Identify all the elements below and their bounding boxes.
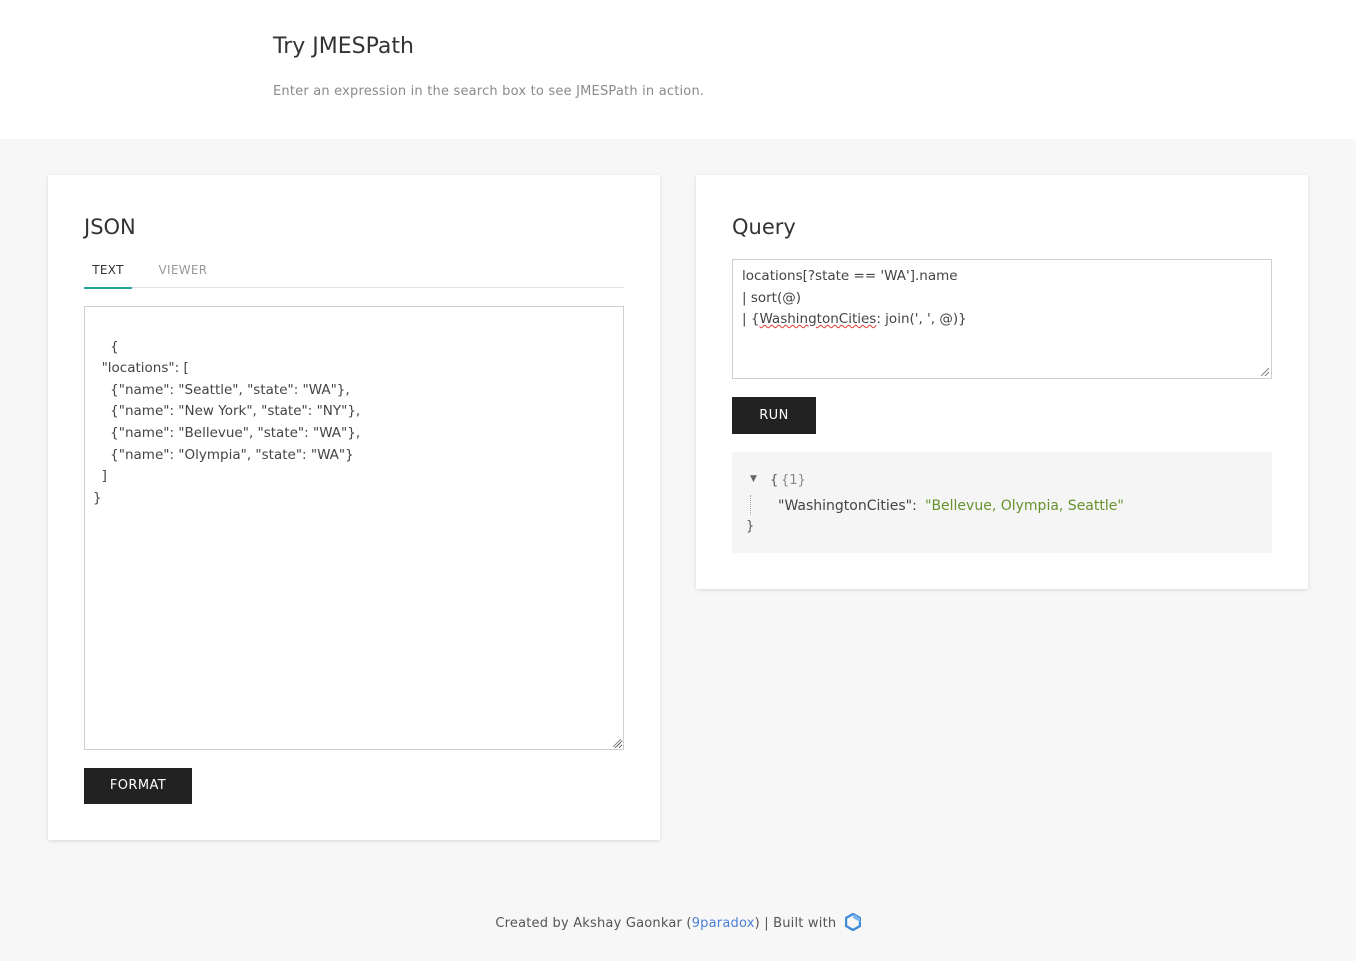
query-line-3b: : join(', ', @)}	[876, 311, 967, 328]
result-key: "WashingtonCities":	[778, 498, 917, 514]
result-count: {1}	[781, 473, 806, 488]
json-card-title: JSON	[84, 215, 136, 239]
json-card: JSON TEXT VIEWER { "locations": [ {"name…	[48, 175, 660, 840]
author-link[interactable]: 9paradox	[692, 916, 755, 931]
footer-suffix: ) | Built with	[754, 916, 837, 931]
page-header: Try JMESPath Enter an expression in the …	[0, 0, 1356, 139]
page-title: Try JMESPath	[273, 34, 414, 59]
query-line-3a: | {	[742, 311, 760, 328]
tab-text[interactable]: TEXT	[84, 263, 132, 289]
query-card: Query locations[?state == 'WA'].name | s…	[696, 175, 1308, 589]
json-input[interactable]: { "locations": [ {"name": "Seattle", "st…	[84, 306, 624, 750]
footer: Created by Akshay Gaonkar (9paradox) | B…	[0, 913, 1356, 931]
result-value: "Bellevue, Olympia, Seattle"	[925, 498, 1124, 514]
indent-guide	[750, 495, 751, 515]
tab-viewer[interactable]: VIEWER	[158, 263, 208, 289]
run-button[interactable]: RUN	[732, 397, 816, 434]
collapse-caret-icon[interactable]: ▼	[750, 474, 757, 484]
footer-prefix: Created by Akshay Gaonkar (	[495, 916, 692, 931]
page-subtitle: Enter an expression in the search box to…	[273, 84, 705, 99]
query-line-3-key: WashingtonCities	[759, 311, 877, 328]
result-close-brace: }	[746, 519, 755, 534]
format-button[interactable]: FORMAT	[84, 768, 192, 804]
query-card-title: Query	[732, 215, 796, 239]
resize-handle-icon[interactable]	[613, 739, 621, 747]
result-open-brace: {	[770, 473, 779, 488]
query-input[interactable]: locations[?state == 'WA'].name | sort(@)…	[732, 259, 1272, 379]
resize-handle-icon[interactable]	[1261, 368, 1269, 376]
query-line-1: locations[?state == 'WA'].name	[742, 268, 958, 284]
json-tabs: TEXT VIEWER	[84, 261, 624, 289]
query-line-2: | sort(@)	[742, 289, 802, 306]
hexagon-logo-icon[interactable]	[844, 913, 861, 931]
result-viewer: ▼ { {1} "WashingtonCities": "Bellevue, O…	[732, 452, 1272, 553]
json-input-text: { "locations": [ {"name": "Seattle", "st…	[93, 338, 361, 506]
